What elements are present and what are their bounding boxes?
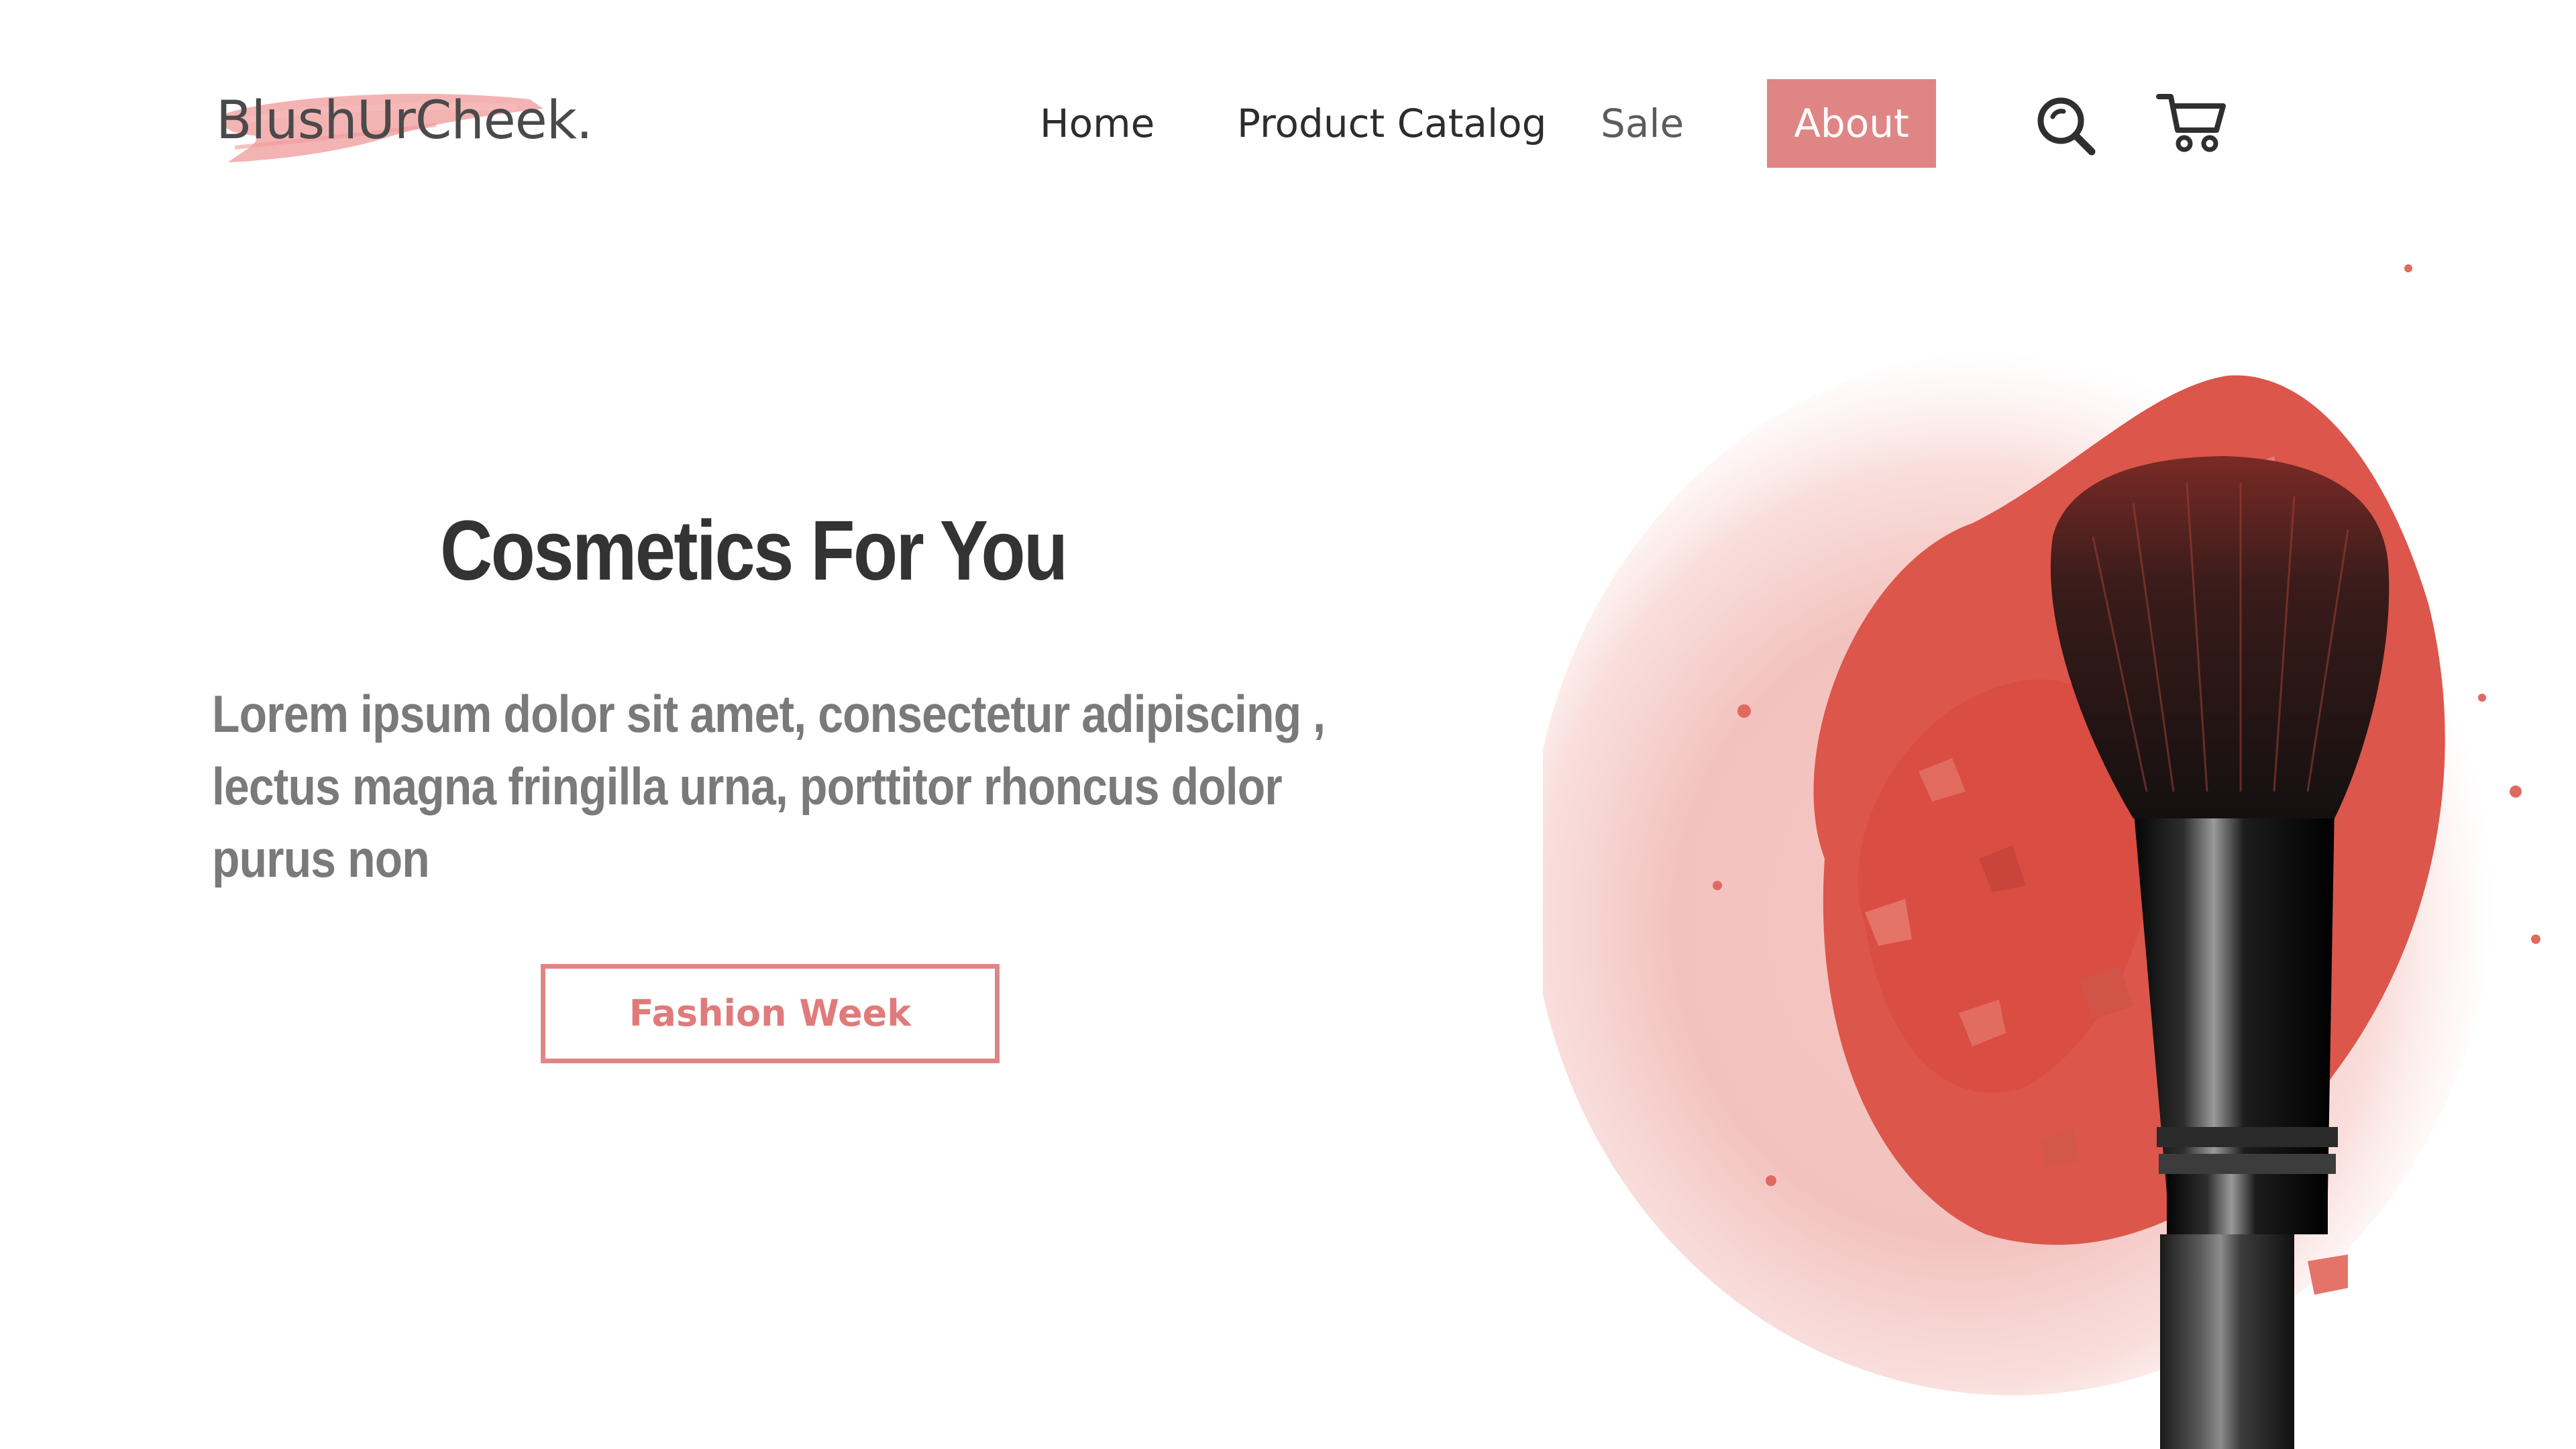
hero-description: Lorem ipsum dolor sit amet, consectetur … — [212, 684, 1326, 888]
fashion-week-button[interactable]: Fashion Week — [541, 964, 1000, 1063]
nav-link-product-catalog[interactable]: Product Catalog — [1237, 79, 1546, 168]
hero-title: Cosmetics For You — [440, 503, 1068, 598]
search-button[interactable] — [2033, 93, 2100, 160]
nav-link-sale[interactable]: Sale — [1601, 79, 1684, 168]
shopping-cart-icon — [2156, 94, 2226, 152]
nav-link-about[interactable]: About — [1767, 79, 1936, 168]
search-icon — [2037, 97, 2096, 156]
nav-link-home[interactable]: Home — [1040, 79, 1155, 168]
makeup-brush-hero-image — [1543, 264, 2540, 1449]
cart-button[interactable] — [2155, 89, 2229, 156]
